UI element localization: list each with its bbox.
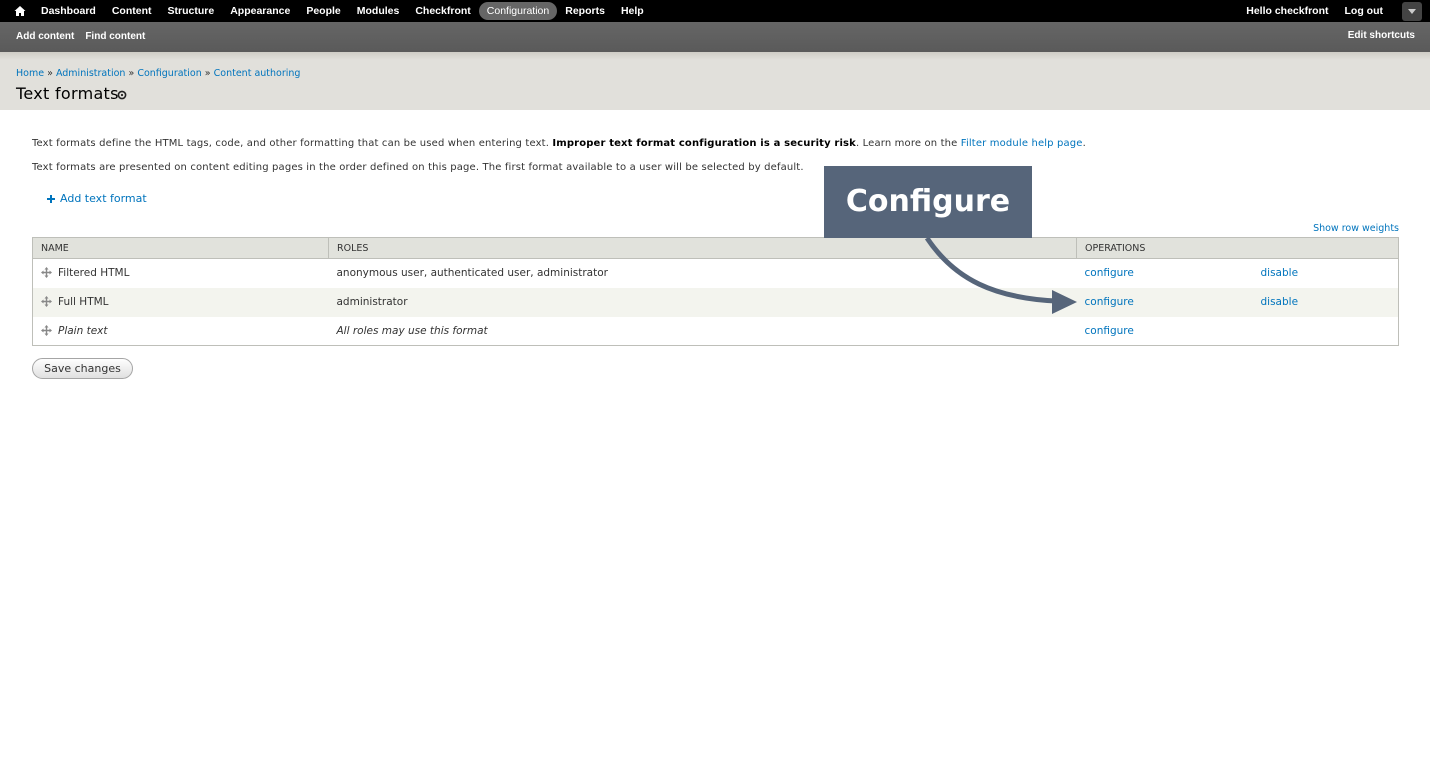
breadcrumb-separator: » xyxy=(128,68,135,79)
breadcrumb-home[interactable]: Home xyxy=(16,68,44,79)
configure-link[interactable]: configure xyxy=(1085,267,1134,279)
configure-link[interactable]: configure xyxy=(1085,325,1134,337)
page-header: Home » Administration » Configuration » … xyxy=(0,52,1430,110)
logout-link[interactable]: Log out xyxy=(1345,5,1383,17)
format-roles: anonymous user, authenticated user, admi… xyxy=(328,258,1077,288)
help-text-part: Text formats define the HTML tags, code,… xyxy=(32,138,553,149)
disable-link[interactable]: disable xyxy=(1261,296,1299,308)
format-name: Plain text xyxy=(58,324,108,337)
operation-cell: disable xyxy=(1252,287,1399,317)
help-text-order: Text formats are presented on content ed… xyxy=(32,162,804,173)
drag-handle-icon[interactable] xyxy=(41,267,52,279)
table-header-row: Name Roles Operations xyxy=(32,237,1399,259)
menu-item-configuration[interactable]: Configuration xyxy=(478,2,558,20)
breadcrumb-separator: » xyxy=(204,68,211,79)
breadcrumb-administration[interactable]: Administration xyxy=(56,68,126,79)
save-changes-button[interactable]: Save changes xyxy=(32,358,133,379)
menu-item-structure[interactable]: Structure xyxy=(160,2,223,20)
format-name: Full HTML xyxy=(58,296,109,308)
gear-icon[interactable] xyxy=(117,90,127,100)
column-header-roles: Roles xyxy=(328,237,1077,259)
table-row: Full HTML administrator configure disabl… xyxy=(32,287,1399,317)
callout-arrow-icon xyxy=(924,236,1077,314)
operation-cell: disable xyxy=(1252,258,1399,288)
format-roles: administrator xyxy=(328,287,1077,317)
disable-link[interactable]: disable xyxy=(1261,267,1299,279)
format-name-cell: Filtered HTML xyxy=(32,258,329,288)
breadcrumb-content-authoring[interactable]: Content authoring xyxy=(214,68,301,79)
add-text-format-link[interactable]: Add text format xyxy=(47,192,147,205)
menu-item-modules[interactable]: Modules xyxy=(349,2,408,20)
column-header-name: Name xyxy=(32,237,329,259)
drag-handle-icon[interactable] xyxy=(41,324,52,336)
home-icon[interactable] xyxy=(13,4,27,18)
operation-cell: configure xyxy=(1076,258,1253,288)
security-warning: Improper text format configuration is a … xyxy=(552,138,856,149)
help-text-part: . xyxy=(1082,138,1086,149)
format-name-cell: Plain text xyxy=(32,316,329,346)
breadcrumb: Home » Administration » Configuration » … xyxy=(16,68,300,79)
menu-item-people[interactable]: People xyxy=(298,2,348,20)
user-area: Hello checkfront Log out xyxy=(1246,0,1383,22)
menu-item-help[interactable]: Help xyxy=(613,2,652,20)
format-roles: All roles may use this format xyxy=(328,316,1077,346)
shortcuts-toggle-button[interactable] xyxy=(1402,2,1422,21)
format-name-cell: Full HTML xyxy=(32,287,329,317)
table-row: Filtered HTML anonymous user, authentica… xyxy=(32,258,1399,288)
find-content-shortcut[interactable]: Find content xyxy=(85,31,145,42)
menu-item-checkfront[interactable]: Checkfront xyxy=(407,2,478,20)
breadcrumb-separator: » xyxy=(47,68,53,79)
operation-cell: configure xyxy=(1076,287,1253,317)
format-name: Filtered HTML xyxy=(58,267,130,280)
plus-icon xyxy=(47,194,55,203)
table-row: Plain text All roles may use this format… xyxy=(32,316,1399,346)
operation-cell xyxy=(1252,316,1399,346)
add-content-shortcut[interactable]: Add content xyxy=(16,31,74,42)
help-text-part: . Learn more on the xyxy=(855,138,961,149)
add-text-format-label: Add text format xyxy=(60,192,147,205)
text-formats-table: Name Roles Operations Filtered HTML anon… xyxy=(32,237,1399,346)
filter-module-help-link[interactable]: Filter module help page xyxy=(961,138,1083,149)
show-row-weights-link[interactable]: Show row weights xyxy=(1313,223,1399,234)
configure-link[interactable]: configure xyxy=(1085,296,1134,308)
menu-item-appearance[interactable]: Appearance xyxy=(222,2,298,20)
shortcuts-bar: Add content Find content Edit shortcuts xyxy=(0,22,1430,52)
column-header-operations: Operations xyxy=(1076,237,1399,259)
admin-toolbar: Dashboard Content Structure Appearance P… xyxy=(0,0,1430,22)
drag-handle-icon[interactable] xyxy=(41,296,52,307)
edit-shortcuts-link[interactable]: Edit shortcuts xyxy=(1348,30,1415,41)
help-text-formats: Text formats define the HTML tags, code,… xyxy=(32,138,1086,149)
operation-cell: configure xyxy=(1076,316,1253,346)
user-greeting: Hello checkfront xyxy=(1246,5,1328,17)
menu-item-dashboard[interactable]: Dashboard xyxy=(33,2,104,20)
chevron-down-icon xyxy=(1408,9,1416,14)
menu-item-content[interactable]: Content xyxy=(104,2,160,20)
breadcrumb-configuration[interactable]: Configuration xyxy=(137,68,201,79)
admin-menu: Dashboard Content Structure Appearance P… xyxy=(33,0,652,22)
page-title: Text formats xyxy=(16,84,119,103)
username[interactable]: checkfront xyxy=(1275,5,1329,17)
menu-item-reports[interactable]: Reports xyxy=(557,2,613,20)
greeting-prefix: Hello xyxy=(1246,5,1275,17)
configure-callout: Configure xyxy=(824,166,1032,238)
